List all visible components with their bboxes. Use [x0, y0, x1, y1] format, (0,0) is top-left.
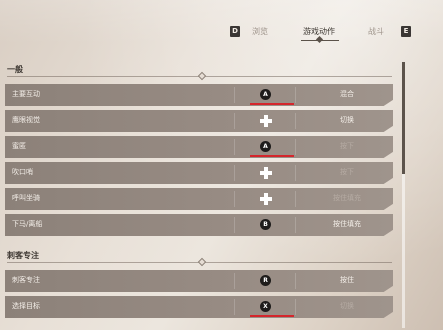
row-label: 主要互动 [12, 90, 40, 98]
row-divider [234, 299, 235, 315]
row-action-value[interactable]: 混合 [297, 89, 393, 99]
highlight-underline [250, 315, 294, 317]
tab-combat[interactable]: 战斗 [368, 26, 384, 37]
row-action-value[interactable]: 按下 [297, 141, 393, 151]
row-divider [234, 273, 235, 289]
row-divider [295, 165, 296, 181]
row-label: 选择目标 [12, 302, 40, 310]
controller-b-button-icon: B [260, 219, 271, 230]
row-divider [234, 87, 235, 103]
row-action-value[interactable]: 按下 [297, 167, 393, 177]
row-divider [234, 217, 235, 233]
row-label: 下马/离船 [12, 220, 43, 228]
row-divider [295, 273, 296, 289]
row-action-value[interactable]: 按住填充 [297, 219, 393, 229]
row-action-value[interactable]: 切换 [297, 115, 393, 125]
row-divider [295, 139, 296, 155]
row-divider [234, 191, 235, 207]
settings-row[interactable]: 主要互动 A 混合 [5, 84, 393, 106]
settings-row[interactable]: 刺客专注 R 按住 [5, 270, 393, 292]
row-label: 鹰眼视觉 [12, 116, 40, 124]
row-label: 蜜匿 [12, 142, 26, 150]
row-divider [295, 299, 296, 315]
tab-right-key[interactable]: E [401, 26, 411, 37]
row-action-value[interactable]: 切换 [297, 301, 393, 311]
row-label: 呼叫坐骑 [12, 194, 40, 202]
tab-left-key[interactable]: D [230, 26, 240, 37]
row-action-value[interactable]: 按住 [297, 275, 393, 285]
row-divider [295, 113, 296, 129]
row-label: 吹口哨 [12, 168, 33, 176]
section-title-general: 一般 [7, 65, 23, 74]
row-divider [295, 191, 296, 207]
settings-row[interactable]: 蜜匿 A 按下 [5, 136, 393, 158]
row-divider [234, 113, 235, 129]
row-divider [295, 217, 296, 233]
row-divider [295, 87, 296, 103]
highlight-underline [250, 155, 294, 157]
top-navigation-bar [0, 0, 443, 44]
controller-r-button-icon: R [260, 275, 271, 286]
row-action-value[interactable]: 按住填充 [297, 193, 393, 203]
controller-x-button-icon: X [260, 301, 271, 312]
settings-row[interactable]: 呼叫坐骑 按住填充 [5, 188, 393, 210]
dpad-icon [260, 193, 272, 205]
controller-a-button-icon: A [260, 89, 271, 100]
settings-row[interactable]: 鹰眼视觉 切换 [5, 110, 393, 132]
section-title-assassin-focus: 刺客专注 [7, 251, 39, 260]
scrollbar-thumb[interactable] [402, 62, 405, 174]
settings-row[interactable]: 吹口哨 按下 [5, 162, 393, 184]
settings-row[interactable]: 下马/离船 B 按住填充 [5, 214, 393, 236]
highlight-underline [250, 103, 294, 105]
row-divider [234, 165, 235, 181]
row-label: 刺客专注 [12, 276, 40, 284]
controller-a-button-icon: A [260, 141, 271, 152]
settings-row[interactable]: 选择目标 X 切换 [5, 296, 393, 318]
dpad-icon [260, 167, 272, 179]
tab-browse[interactable]: 浏览 [252, 26, 268, 37]
row-divider [234, 139, 235, 155]
dpad-icon [260, 115, 272, 127]
